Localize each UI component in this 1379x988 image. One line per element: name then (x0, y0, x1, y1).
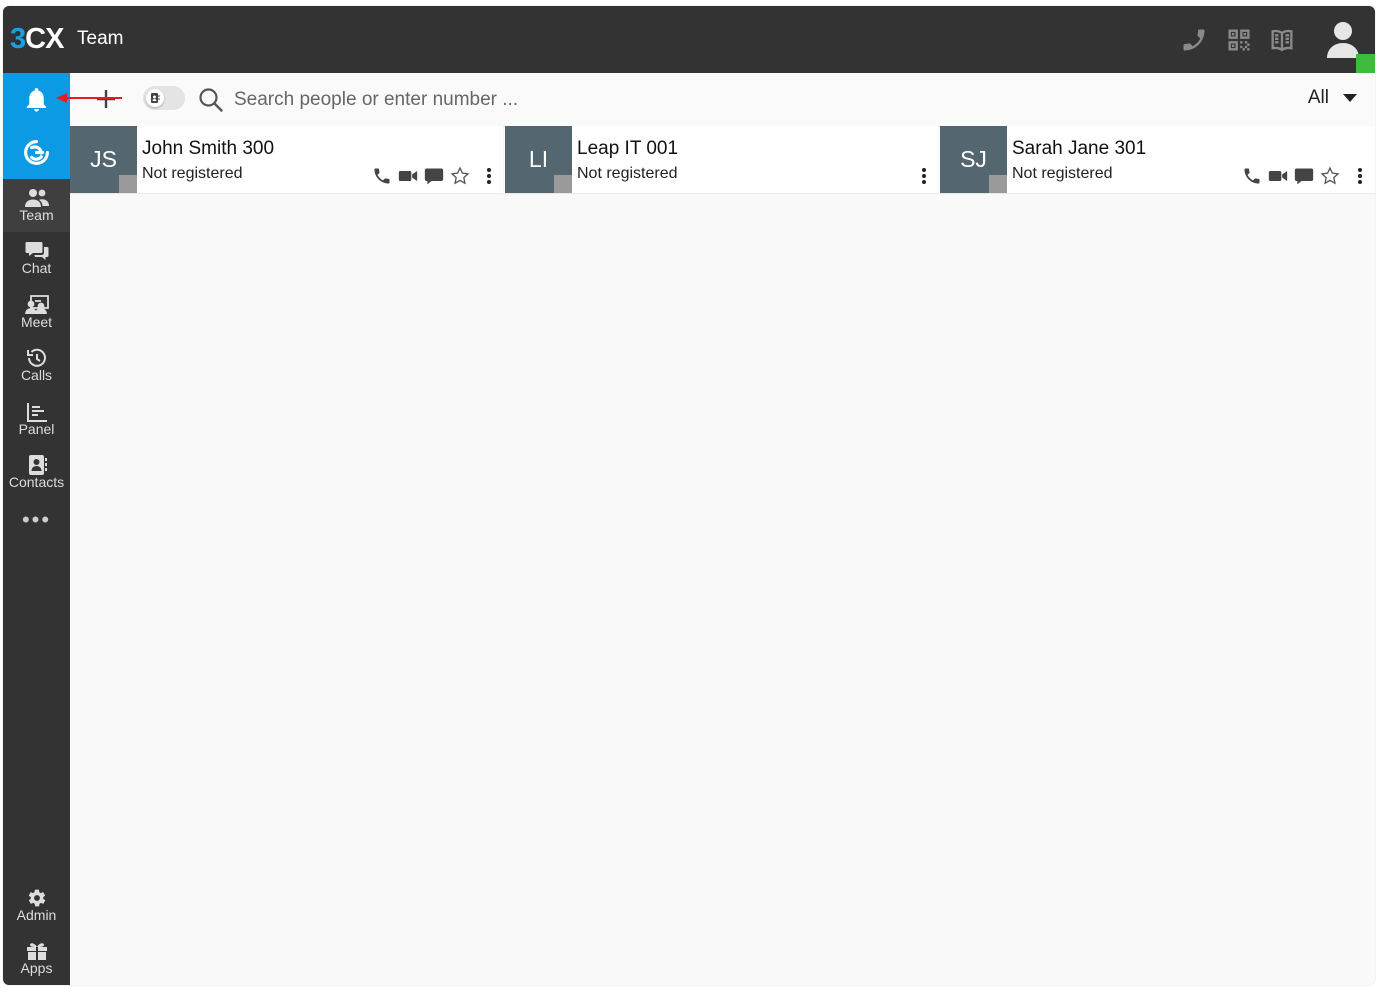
caret-down-icon (1343, 93, 1357, 102)
book-icon[interactable] (1268, 26, 1296, 54)
status-indicator (554, 175, 572, 193)
chat-icon (25, 242, 48, 260)
video-icon[interactable] (1268, 166, 1288, 186)
sidebar-item-calls[interactable]: Calls (3, 339, 70, 392)
chat-bubble-icon[interactable] (424, 166, 444, 186)
gear-icon (28, 889, 45, 907)
filter-dropdown[interactable]: All (1308, 87, 1357, 111)
sidebar: Team Chat Meet Calls Panel Contacts ••• … (3, 73, 70, 985)
status-indicator (119, 175, 137, 193)
sidebar-item-chat[interactable]: Chat (3, 232, 70, 285)
apps-icon (26, 943, 47, 960)
contact-status: Not registered (1012, 165, 1113, 182)
switch-app-button[interactable] (3, 126, 70, 179)
toggle-knob (146, 89, 164, 107)
more-vertical-icon[interactable] (1356, 166, 1364, 186)
panel-icon (26, 403, 47, 422)
chat-bubble-icon[interactable] (1294, 166, 1314, 186)
contact-card[interactable]: LI Leap IT 001 Not registered (505, 126, 938, 194)
contact-status: Not registered (142, 165, 243, 182)
contact-avatar: SJ (940, 126, 1007, 193)
call-icon[interactable] (372, 166, 392, 186)
contact-status: Not registered (577, 165, 678, 182)
contact-name: Leap IT 001 (577, 138, 679, 159)
favorite-star-icon[interactable] (450, 166, 470, 186)
presence-indicator (1356, 54, 1375, 73)
sidebar-item-apps[interactable]: Apps (3, 932, 70, 985)
page-title: Team (77, 28, 124, 49)
search-input[interactable] (232, 83, 936, 117)
search-toolbar: All (56, 73, 1375, 127)
contacts-toggle[interactable] (143, 86, 185, 110)
sidebar-item-panel[interactable]: Panel (3, 393, 70, 446)
annotation-arrow (56, 93, 122, 103)
video-icon[interactable] (398, 166, 418, 186)
contact-avatar: JS (70, 126, 137, 193)
status-indicator (989, 175, 1007, 193)
more-vertical-icon[interactable] (920, 166, 928, 186)
more-options-button[interactable]: ••• (3, 509, 70, 533)
call-icon[interactable] (1242, 166, 1262, 186)
sidebar-item-contacts[interactable]: Contacts (3, 446, 70, 499)
top-bar: 3CX Team (3, 6, 1375, 73)
sidebar-item-team[interactable]: Team (3, 179, 70, 232)
sidebar-item-meet[interactable]: Meet (3, 286, 70, 339)
team-icon (24, 189, 49, 207)
contact-actions (1242, 166, 1346, 186)
sidebar-item-admin[interactable]: Admin (3, 879, 70, 932)
swirl-icon (24, 140, 49, 165)
qr-code-icon[interactable] (1225, 26, 1253, 54)
bell-icon (26, 88, 47, 112)
contact-card[interactable]: SJ Sarah Jane 301 Not registered (940, 126, 1375, 194)
contact-card[interactable]: JS John Smith 300 Not registered (70, 126, 503, 194)
meet-icon (24, 295, 49, 315)
contact-actions (372, 166, 476, 186)
calls-history-icon (26, 348, 46, 367)
contacts-icon (28, 455, 47, 475)
contact-name: Sarah Jane 301 (1012, 138, 1147, 159)
more-vertical-icon[interactable] (485, 166, 493, 186)
app-window: 3CX Team Team Chat Meet Calls Panel Cont… (3, 6, 1375, 985)
contact-card-icon (151, 93, 160, 103)
contact-avatar: LI (505, 126, 572, 193)
phone-icon[interactable] (1180, 26, 1208, 54)
contact-name: John Smith 300 (142, 138, 275, 159)
favorite-star-icon[interactable] (1320, 166, 1340, 186)
logo-3cx: 3CX (10, 23, 64, 55)
filter-label: All (1307, 87, 1329, 108)
search-icon (198, 87, 224, 113)
